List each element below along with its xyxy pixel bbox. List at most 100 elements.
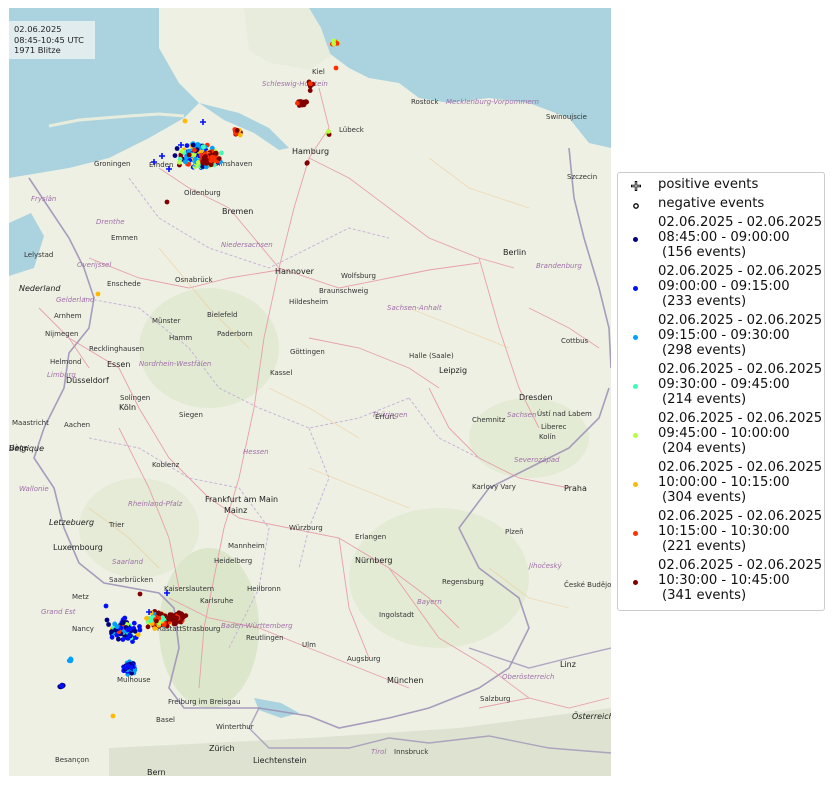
legend-period-times: 08:45:00 - 09:00:00: [658, 229, 790, 245]
strike-point: [182, 118, 188, 124]
legend-period-8: 02.06.2025 - 02.06.2025 10:30:00 - 10:45:…: [618, 558, 824, 605]
info-count: 1971 Blitze: [14, 45, 61, 55]
strike-point: [148, 618, 153, 624]
strike-point: [201, 144, 206, 150]
legend-period-times: 09:45:00 - 10:00:00: [658, 425, 790, 441]
legend-color-dot-icon: [633, 384, 638, 389]
legend-color-dot-icon: [633, 237, 638, 242]
legend-period-2: 02.06.2025 - 02.06.2025 09:00:00 - 09:15:…: [618, 264, 824, 311]
legend-positive: positive events: [618, 177, 824, 196]
legend-period-events: (204 events): [662, 440, 747, 456]
legend-color-dot-icon: [633, 580, 638, 585]
legend-period-events: (214 events): [662, 391, 747, 407]
positive-strike-marker: [159, 153, 165, 159]
strike-point: [184, 143, 190, 149]
legend-period-times: 10:00:00 - 10:15:00: [658, 474, 790, 490]
legend: positive events negative events 02.06.20…: [617, 172, 825, 611]
legend-color-dot-icon: [633, 482, 638, 487]
strike-point: [304, 160, 310, 166]
strike-point: [190, 142, 196, 148]
strike-point: [177, 159, 182, 165]
legend-period-events: (304 events): [662, 489, 747, 505]
strike-point: [179, 148, 185, 154]
strike-point: [114, 624, 120, 630]
strike-point: [237, 132, 243, 138]
info-box: 02.06.2025 08:45-10:45 UTC 1971 Blitze: [9, 21, 95, 59]
strike-point: [95, 291, 101, 297]
strike-point: [116, 636, 121, 642]
strike-point: [182, 159, 188, 165]
positive-strike-marker: [151, 159, 157, 165]
strike-point: [103, 603, 109, 609]
legend-color-dot-icon: [633, 531, 638, 536]
legend-period-events: (298 events): [662, 342, 747, 358]
legend-period-range: 02.06.2025 - 02.06.2025: [658, 264, 823, 279]
legend-period-3: 02.06.2025 - 02.06.2025 09:15:00 - 09:30:…: [618, 313, 824, 360]
strike-point: [120, 620, 126, 625]
strike-point: [66, 658, 72, 664]
strike-point: [173, 616, 179, 622]
positive-strike-marker: [166, 166, 172, 172]
strike-point: [109, 634, 115, 640]
legend-period-range: 02.06.2025 - 02.06.2025: [658, 362, 823, 377]
strike-point: [171, 621, 177, 627]
strike-point: [209, 154, 215, 160]
strike-point: [137, 627, 143, 633]
legend-period-times: 09:30:00 - 09:45:00: [658, 376, 790, 392]
legend-period-events: (156 events): [662, 244, 747, 260]
plus-marker-icon: [631, 181, 641, 191]
legend-period-events: (233 events): [662, 293, 747, 309]
positive-strike-marker: [164, 590, 170, 596]
strike-point: [164, 199, 170, 205]
info-time-range: 08:45-10:45 UTC: [14, 34, 84, 45]
strike-point: [122, 615, 128, 621]
legend-period-times: 09:00:00 - 09:15:00: [658, 278, 790, 294]
legend-period-7: 02.06.2025 - 02.06.2025 10:15:00 - 10:30:…: [618, 509, 824, 556]
strike-point: [295, 100, 300, 106]
strike-point: [331, 41, 337, 47]
legend-period-range: 02.06.2025 - 02.06.2025: [658, 411, 823, 426]
legend-period-times: 09:15:00 - 09:30:00: [658, 327, 790, 343]
legend-color-dot-icon: [633, 335, 638, 340]
positive-strike-marker: [200, 119, 206, 125]
strike-point: [216, 156, 222, 162]
legend-period-range: 02.06.2025 - 02.06.2025: [658, 558, 823, 573]
legend-period-5: 02.06.2025 - 02.06.2025 09:45:00 - 10:00:…: [618, 411, 824, 458]
strike-point: [109, 629, 114, 635]
strike-point: [326, 129, 331, 134]
strike-point: [307, 88, 313, 93]
strike-point: [218, 150, 224, 156]
legend-period-range: 02.06.2025 - 02.06.2025: [658, 215, 823, 230]
strike-point: [234, 128, 240, 133]
strike-point: [110, 713, 116, 719]
circle-marker-icon: [633, 203, 639, 209]
legend-period-1: 02.06.2025 - 02.06.2025 08:45:00 - 09:00:…: [618, 215, 824, 262]
strike-point: [104, 617, 110, 623]
strike-point: [308, 81, 313, 86]
strike-point: [169, 612, 175, 618]
legend-negative-label: negative events: [658, 196, 765, 211]
legend-positive-label: positive events: [658, 177, 759, 192]
info-date: 02.06.2025: [14, 24, 62, 34]
strike-point: [135, 632, 141, 638]
map-canvas[interactable]: Kiel Rostock Lübeck Swinoujscie Szczecin…: [9, 8, 611, 776]
legend-period-range: 02.06.2025 - 02.06.2025: [658, 313, 823, 328]
legend-color-dot-icon: [633, 433, 638, 438]
strike-point: [202, 157, 208, 163]
strike-point: [123, 665, 129, 671]
strike-point: [59, 683, 64, 689]
strike-point: [152, 626, 158, 631]
strike-point: [180, 615, 186, 620]
legend-period-6: 02.06.2025 - 02.06.2025 10:00:00 - 10:15:…: [618, 460, 824, 507]
strike-point: [333, 65, 339, 71]
legend-period-events: (341 events): [662, 587, 747, 603]
legend-period-times: 10:15:00 - 10:30:00: [658, 523, 790, 539]
strike-point: [174, 146, 180, 151]
legend-negative: negative events: [618, 196, 824, 215]
legend-period-4: 02.06.2025 - 02.06.2025 09:30:00 - 09:45:…: [618, 362, 824, 409]
strike-point: [145, 624, 151, 630]
legend-period-range: 02.06.2025 - 02.06.2025: [658, 509, 823, 524]
strike-point: [176, 610, 182, 616]
strike-point: [125, 635, 131, 641]
strike-point: [120, 637, 126, 642]
